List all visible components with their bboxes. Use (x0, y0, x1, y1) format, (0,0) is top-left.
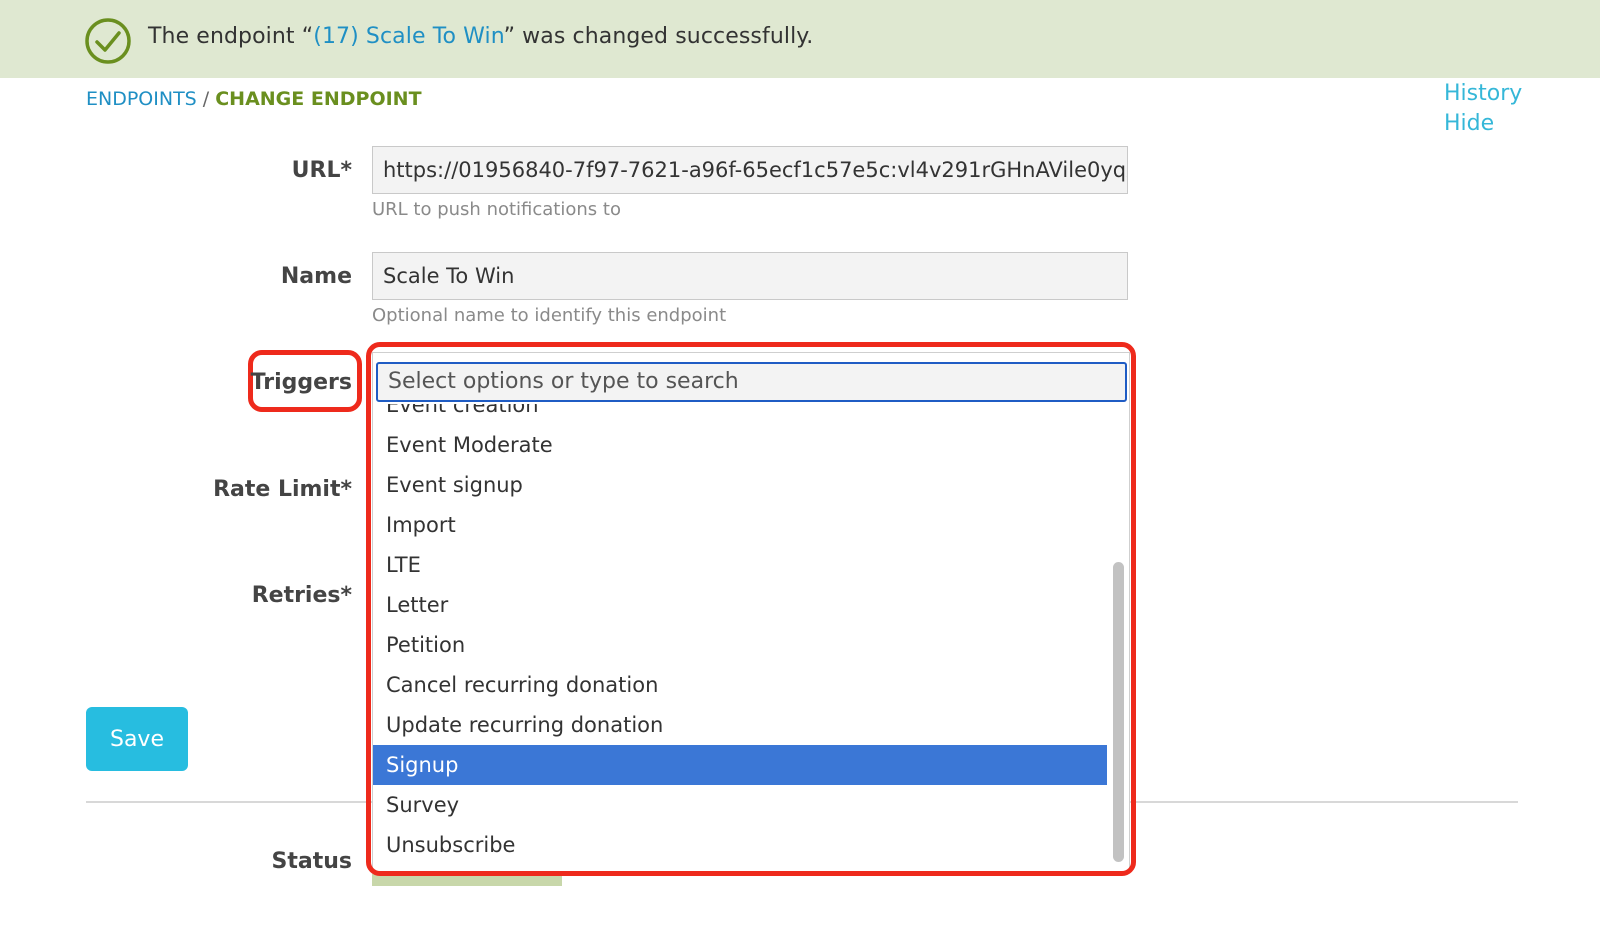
breadcrumb-endpoints-link[interactable]: ENDPOINTS (86, 88, 197, 110)
endpoint-link[interactable]: (17) Scale To Win (313, 24, 503, 49)
success-message-suffix: ” was changed successfully. (503, 24, 814, 49)
triggers-label: Triggers (250, 370, 352, 395)
url-help-text: URL to push notifications to (372, 199, 621, 220)
success-message: The endpoint “(17) Scale To Win” was cha… (148, 24, 813, 49)
name-input[interactable]: Scale To Win (372, 252, 1128, 300)
success-banner: The endpoint “(17) Scale To Win” was cha… (0, 0, 1600, 78)
history-link[interactable]: History (1444, 81, 1522, 106)
retries-label: Retries* (251, 583, 352, 608)
rate-limit-label: Rate Limit* (213, 477, 352, 502)
url-label: URL* (291, 158, 352, 183)
name-help-text: Optional name to identify this endpoint (372, 305, 727, 326)
status-label: Status (271, 849, 352, 874)
breadcrumb-separator: / (196, 88, 216, 110)
hide-link[interactable]: Hide (1444, 111, 1494, 136)
breadcrumb: ENDPOINTS / CHANGE ENDPOINT (86, 88, 422, 110)
triggers-dropdown-highlight (366, 342, 1136, 876)
name-label: Name (280, 264, 352, 289)
success-message-prefix: The endpoint “ (148, 24, 314, 49)
breadcrumb-current: CHANGE ENDPOINT (215, 88, 422, 110)
url-input[interactable]: https://01956840-7f97-7621-a96f-65ecf1c5… (372, 146, 1128, 194)
save-button[interactable]: Save (86, 707, 188, 771)
check-circle-icon (85, 18, 131, 64)
